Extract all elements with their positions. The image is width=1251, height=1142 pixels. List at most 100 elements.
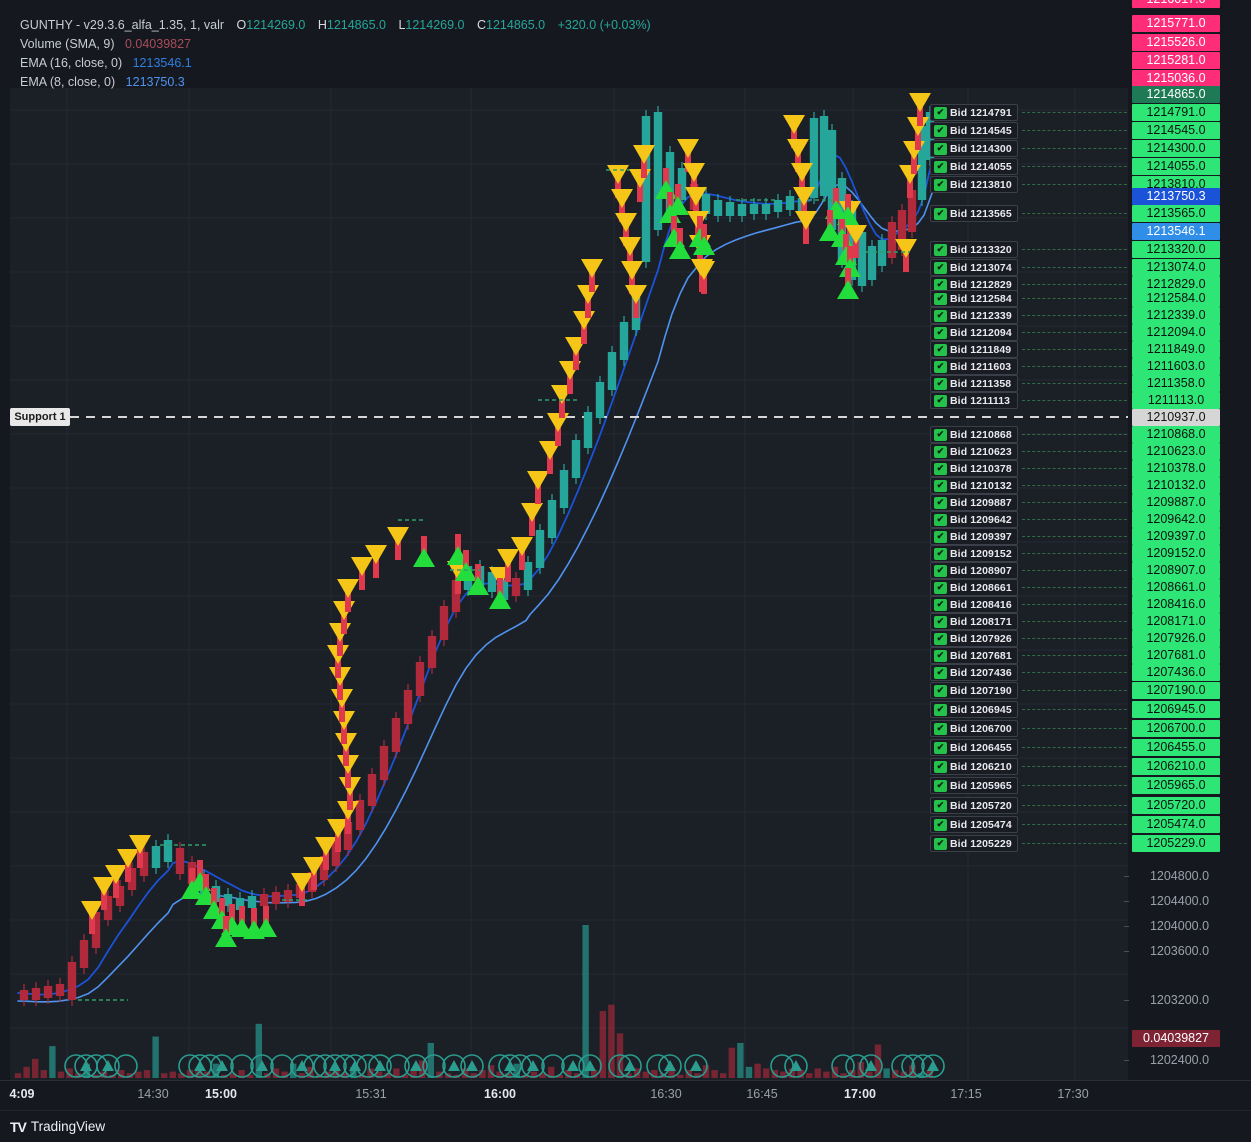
order-row-bid[interactable]: ✔ Bid 1211849	[930, 341, 1018, 358]
order-row-bid[interactable]: ✔ Bid 1209887	[930, 494, 1018, 511]
price-tag-ask[interactable]: 1215771.0	[1132, 15, 1220, 32]
price-tag-bidg[interactable]: 1211113.0	[1132, 392, 1220, 409]
price-tag-bidg[interactable]: 1213074.0	[1132, 259, 1220, 276]
order-row-bid[interactable]: ✔ Bid 1207926	[930, 630, 1018, 647]
order-row-bid[interactable]: ✔ Bid 1214545	[930, 122, 1018, 139]
price-tag-bidg[interactable]: 1209887.0	[1132, 494, 1220, 511]
price-tag-bidg[interactable]: 1207190.0	[1132, 682, 1220, 699]
order-row-bid[interactable]: ✔ Bid 1205229	[930, 835, 1018, 852]
price-tag-bidg[interactable]: 1213320.0	[1132, 241, 1220, 258]
order-row-bid[interactable]: ✔ Bid 1213565	[930, 205, 1018, 222]
price-tag-ask-clipped[interactable]: 1216017.0	[1132, 0, 1220, 8]
order-row-bid[interactable]: ✔ Bid 1211113	[930, 392, 1018, 409]
legend-ema8-row[interactable]: EMA (8, close, 0) 1213750.3	[20, 73, 1128, 92]
price-tag-ask[interactable]: 1215281.0	[1132, 52, 1220, 69]
order-row-bid[interactable]: ✔ Bid 1212584	[930, 290, 1018, 307]
legend-ema16-row[interactable]: EMA (16, close, 0) 1213546.1	[20, 54, 1128, 73]
price-tag-bidg[interactable]: 1206455.0	[1132, 739, 1220, 756]
order-row-bid[interactable]: ✔ Bid 1213810	[930, 176, 1018, 193]
legend-volume-row[interactable]: Volume (SMA, 9) 0.04039827	[20, 35, 1128, 54]
price-tag-bidg[interactable]: 1214545.0	[1132, 122, 1220, 139]
volume-bar	[754, 1063, 761, 1078]
price-tag-bidg[interactable]: 1205965.0	[1132, 777, 1220, 794]
price-tag-bidg[interactable]: 1205474.0	[1132, 816, 1220, 833]
price-tag-bidg[interactable]: 1209152.0	[1132, 545, 1220, 562]
order-row-bid[interactable]: ✔ Bid 1208907	[930, 562, 1018, 579]
price-tag-bidg[interactable]: 1212094.0	[1132, 324, 1220, 341]
order-row-bid[interactable]: ✔ Bid 1211603	[930, 358, 1018, 375]
price-tag-bidg[interactable]: 1207926.0	[1132, 630, 1220, 647]
price-tag-bidg[interactable]: 1207681.0	[1132, 647, 1220, 664]
order-row-bid[interactable]: ✔ Bid 1214791	[930, 104, 1018, 121]
order-row-bid[interactable]: ✔ Bid 1207681	[930, 647, 1018, 664]
price-tag-last[interactable]: 1214865.0	[1132, 86, 1220, 103]
price-tag-bidg[interactable]: 1207436.0	[1132, 664, 1220, 681]
order-row-bid[interactable]: ✔ Bid 1207190	[930, 682, 1018, 699]
order-row-bid[interactable]: ✔ Bid 1208661	[930, 579, 1018, 596]
price-tag-bidg[interactable]: 1210378.0	[1132, 460, 1220, 477]
order-row-bid[interactable]: ✔ Bid 1210378	[930, 460, 1018, 477]
tradingview-branding[interactable]: TV TradingView	[0, 1110, 1251, 1142]
check-icon: ✔	[934, 632, 947, 645]
order-row-bid[interactable]: ✔ Bid 1213320	[930, 241, 1018, 258]
price-tag-bidg[interactable]: 1213565.0	[1132, 205, 1220, 222]
price-tag-bidg[interactable]: 1214791.0	[1132, 104, 1220, 121]
order-row-bid[interactable]: ✔ Bid 1208171	[930, 613, 1018, 630]
price-tag-support[interactable]: 1210937.0	[1132, 409, 1220, 426]
price-tag-bidg[interactable]: 1211358.0	[1132, 375, 1220, 392]
price-tag-bidg[interactable]: 1206700.0	[1132, 720, 1220, 737]
price-tag-bidg[interactable]: 1209642.0	[1132, 511, 1220, 528]
order-row-bid[interactable]: ✔ Bid 1206210	[930, 758, 1018, 775]
price-tag-bidg[interactable]: 1205720.0	[1132, 797, 1220, 814]
order-row-bid[interactable]: ✔ Bid 1214055	[930, 158, 1018, 175]
price-tag-bidg[interactable]: 1210623.0	[1132, 443, 1220, 460]
order-row-bid[interactable]: ✔ Bid 1210623	[930, 443, 1018, 460]
price-tag-bidg[interactable]: 1210868.0	[1132, 426, 1220, 443]
price-tag-ema8[interactable]: 1213750.3	[1132, 188, 1220, 205]
order-row-bid[interactable]: ✔ Bid 1206700	[930, 720, 1018, 737]
time-axis[interactable]: 4:09 14:30 15:00 15:31 16:00 16:30 16:45 17:00 1…	[0, 1080, 1251, 1110]
price-tag-bidg[interactable]: 1205229.0	[1132, 835, 1220, 852]
price-tag-bidg[interactable]: 1206210.0	[1132, 758, 1220, 775]
price-tag-bidg[interactable]: 1208661.0	[1132, 579, 1220, 596]
order-row-bid[interactable]: ✔ Bid 1214300	[930, 140, 1018, 157]
price-tag-bidg[interactable]: 1214055.0	[1132, 158, 1220, 175]
price-tag-volv[interactable]: 0.04039827	[1132, 1030, 1220, 1047]
order-row-bid[interactable]: ✔ Bid 1206455	[930, 739, 1018, 756]
price-tag-ask[interactable]: 1215036.0	[1132, 70, 1220, 87]
price-tag-bidg[interactable]: 1208416.0	[1132, 596, 1220, 613]
price-tag-bidg[interactable]: 1208171.0	[1132, 613, 1220, 630]
order-row-bid[interactable]: ✔ Bid 1213074	[930, 259, 1018, 276]
price-tag-bidg[interactable]: 1210132.0	[1132, 477, 1220, 494]
order-row-bid[interactable]: ✔ Bid 1212094	[930, 324, 1018, 341]
order-row-bid[interactable]: ✔ Bid 1211358	[930, 375, 1018, 392]
order-row-bid[interactable]: ✔ Bid 1209642	[930, 511, 1018, 528]
price-axis[interactable]: 1215771.0 1215526.0 1215281.0 1215036.0 1214…	[1124, 0, 1251, 1080]
order-label: Bid 1211849	[950, 343, 1012, 356]
order-row-bid[interactable]: ✔ Bid 1209152	[930, 545, 1018, 562]
price-tag-bidg[interactable]: 1209397.0	[1132, 528, 1220, 545]
order-row-bid[interactable]: ✔ Bid 1210132	[930, 477, 1018, 494]
legend-symbol-row[interactable]: GUNTHY - v29.3.6_alfa_1.35, 1, valr O121…	[20, 16, 1128, 35]
order-row-bid[interactable]: ✔ Bid 1210868	[930, 426, 1018, 443]
order-row-bid[interactable]: ✔ Bid 1205720	[930, 797, 1018, 814]
price-tag-bidg[interactable]: 1212339.0	[1132, 307, 1220, 324]
price-tag-bidg[interactable]: 1208907.0	[1132, 562, 1220, 579]
order-label: Bid 1207436	[950, 666, 1012, 679]
price-tag-ema16[interactable]: 1213546.1	[1132, 223, 1220, 240]
order-row-bid[interactable]: ✔ Bid 1206945	[930, 701, 1018, 718]
order-row-bid[interactable]: ✔ Bid 1208416	[930, 596, 1018, 613]
order-row-bid[interactable]: ✔ Bid 1207436	[930, 664, 1018, 681]
price-tag-bidg[interactable]: 1206945.0	[1132, 701, 1220, 718]
order-row-bid[interactable]: ✔ Bid 1205474	[930, 816, 1018, 833]
price-tag-ask[interactable]: 1215526.0	[1132, 34, 1220, 51]
order-row-bid[interactable]: ✔ Bid 1209397	[930, 528, 1018, 545]
price-tag-bidg[interactable]: 1212584.0	[1132, 290, 1220, 307]
price-tag-bidg[interactable]: 1211603.0	[1132, 358, 1220, 375]
order-row-bid[interactable]: ✔ Bid 1205965	[930, 777, 1018, 794]
price-tag-bidg[interactable]: 1214300.0	[1132, 140, 1220, 157]
candle-body	[19, 990, 29, 1000]
check-icon: ✔	[934, 178, 947, 191]
order-row-bid[interactable]: ✔ Bid 1212339	[930, 307, 1018, 324]
price-tag-bidg[interactable]: 1211849.0	[1132, 341, 1220, 358]
